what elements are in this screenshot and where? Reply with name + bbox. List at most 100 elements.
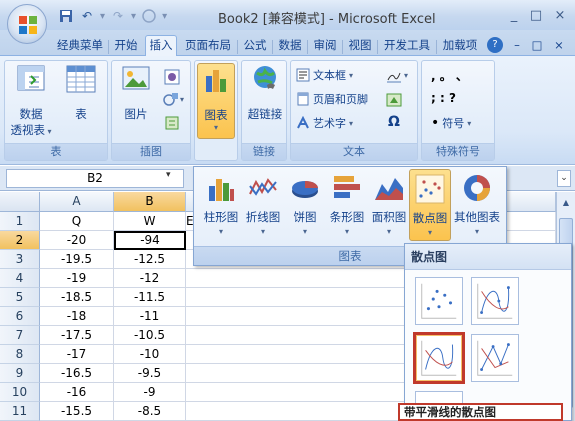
group-special-symbols-label: 特殊符号 (422, 143, 494, 160)
clip-art-icon[interactable] (164, 69, 180, 85)
cell-b[interactable]: -9.5 (114, 364, 186, 383)
shapes-dropdown-icon[interactable]: ▾ (180, 95, 184, 104)
row-header[interactable]: 10 (0, 383, 40, 402)
cell-a[interactable]: -17.5 (40, 326, 114, 345)
column-header-a[interactable]: A (40, 192, 114, 212)
signature-dropdown-icon[interactable]: ▾ (404, 71, 408, 80)
quick-print-icon[interactable] (141, 8, 157, 24)
tab-data[interactable]: 数据 (275, 36, 305, 56)
row-header[interactable]: 11 (0, 402, 40, 421)
cell-a[interactable]: -15.5 (40, 402, 114, 421)
workbook-restore-button[interactable]: □ (530, 36, 544, 56)
name-box-dropdown-icon[interactable]: ▾ (166, 170, 171, 180)
cell-a[interactable]: -18.5 (40, 288, 114, 307)
object-icon[interactable] (386, 93, 402, 107)
punctuation-row-1[interactable]: , 。 、 (431, 67, 468, 84)
tab-view[interactable]: 视图 (345, 36, 375, 56)
scroll-up-icon[interactable]: ▲ (559, 196, 573, 210)
expand-formula-bar-icon[interactable]: ⌄ (557, 170, 571, 187)
select-all-corner[interactable] (0, 192, 40, 212)
row-header[interactable]: 3 (0, 250, 40, 269)
undo-icon[interactable]: ↶ (79, 8, 95, 24)
pivot-table-button[interactable]: 数据 透视表 ▾ (9, 63, 53, 139)
active-cell-b2[interactable]: -94 (114, 231, 186, 250)
redo-dropdown-icon[interactable]: ▾ (131, 11, 136, 22)
cell-a[interactable]: -17 (40, 345, 114, 364)
cell-b[interactable]: -11 (114, 307, 186, 326)
tab-developer[interactable]: 开发工具 (380, 36, 434, 56)
undo-dropdown-icon[interactable]: ▾ (100, 11, 105, 22)
customize-qat-icon[interactable]: ▾ (162, 11, 167, 22)
table-button[interactable]: 表 (59, 63, 103, 139)
symbol-omega-button[interactable]: Ω (388, 114, 400, 130)
tab-addins[interactable]: 加载项 (439, 36, 481, 56)
tab-classic-menu[interactable]: 经典菜单 (54, 36, 106, 56)
cell-a[interactable]: -18 (40, 307, 114, 326)
chart-type-other[interactable]: 其他图表 ▾ (454, 169, 500, 241)
name-box[interactable]: B2 (6, 169, 184, 188)
row-header[interactable]: 8 (0, 345, 40, 364)
header-footer-button[interactable]: 页眉和页脚 (296, 91, 368, 107)
cell-b[interactable]: W (114, 212, 186, 231)
tab-review[interactable]: 审阅 (310, 36, 340, 56)
scatter-smooth-lines-markers-option[interactable] (471, 277, 519, 325)
chart-type-pie[interactable]: 饼图 ▾ (284, 169, 326, 241)
cell-a[interactable]: -20 (40, 231, 114, 250)
chart-type-bar[interactable]: 条形图 ▾ (326, 169, 368, 241)
redo-icon[interactable]: ↷ (110, 8, 126, 24)
ribbon-minimize-button[interactable]: – (510, 36, 524, 56)
row-header[interactable]: 9 (0, 364, 40, 383)
picture-button[interactable]: 图片 (116, 63, 156, 139)
help-button[interactable]: ? (487, 37, 503, 53)
row-header[interactable]: 2 (0, 231, 40, 250)
smartart-icon[interactable] (164, 115, 180, 131)
scatter-markers-icon (421, 283, 457, 319)
chart-type-column[interactable]: 柱形图 ▾ (200, 169, 242, 241)
maximize-button[interactable]: □ (527, 8, 545, 23)
cell-b[interactable]: -8.5 (114, 402, 186, 421)
row-header[interactable]: 5 (0, 288, 40, 307)
tab-insert[interactable]: 插入 (145, 35, 177, 57)
dropdown-arrow-icon: ▾ (474, 227, 479, 236)
signature-line-icon[interactable] (385, 69, 403, 83)
scatter-menu-header: 散点图 (405, 244, 571, 270)
cell-b[interactable]: -9 (114, 383, 186, 402)
cell-a[interactable]: -19.5 (40, 250, 114, 269)
shapes-icon[interactable] (162, 91, 180, 107)
row-header[interactable]: 4 (0, 269, 40, 288)
row-header[interactable]: 1 (0, 212, 40, 231)
minimize-button[interactable]: _ (505, 8, 523, 23)
tab-page-layout[interactable]: 页面布局 (181, 36, 235, 56)
office-button[interactable] (7, 4, 47, 44)
chart-type-scatter[interactable]: 散点图 ▾ (409, 169, 451, 241)
hyperlink-button[interactable]: 超链接 (244, 63, 286, 139)
scatter-straight-lines-markers-option[interactable] (471, 334, 519, 382)
pivot-table-label-line2: 透视表 (10, 123, 45, 137)
close-button[interactable]: × (551, 8, 569, 23)
scatter-smooth-lines-option[interactable] (413, 332, 465, 384)
chart-type-area[interactable]: 面积图 ▾ (368, 169, 410, 241)
workbook-close-button[interactable]: × (552, 36, 566, 56)
tab-formulas[interactable]: 公式 (240, 36, 270, 56)
row-header[interactable]: 7 (0, 326, 40, 345)
cell-a[interactable]: -16.5 (40, 364, 114, 383)
cell-b[interactable]: -11.5 (114, 288, 186, 307)
cell-b[interactable]: -12 (114, 269, 186, 288)
cell-b[interactable]: -10.5 (114, 326, 186, 345)
punctuation-row-2[interactable]: ; : ? (431, 91, 456, 105)
chart-type-line[interactable]: 折线图 ▾ (242, 169, 284, 241)
wordart-button[interactable]: 艺术字 ▾ (296, 115, 353, 131)
column-header-b[interactable]: B (114, 192, 186, 212)
symbol-button[interactable]: • 符号 ▾ (431, 115, 471, 131)
tab-home[interactable]: 开始 (111, 36, 141, 56)
cell-a[interactable]: Q (40, 212, 114, 231)
scatter-markers-only-option[interactable] (415, 277, 463, 325)
row-header[interactable]: 6 (0, 307, 40, 326)
cell-b[interactable]: -12.5 (114, 250, 186, 269)
cell-a[interactable]: -19 (40, 269, 114, 288)
save-icon[interactable] (58, 8, 74, 24)
chart-button[interactable]: 图表 ▾ (197, 63, 235, 139)
cell-b[interactable]: -10 (114, 345, 186, 364)
cell-a[interactable]: -16 (40, 383, 114, 402)
textbox-button[interactable]: 文本框 ▾ (296, 67, 353, 83)
